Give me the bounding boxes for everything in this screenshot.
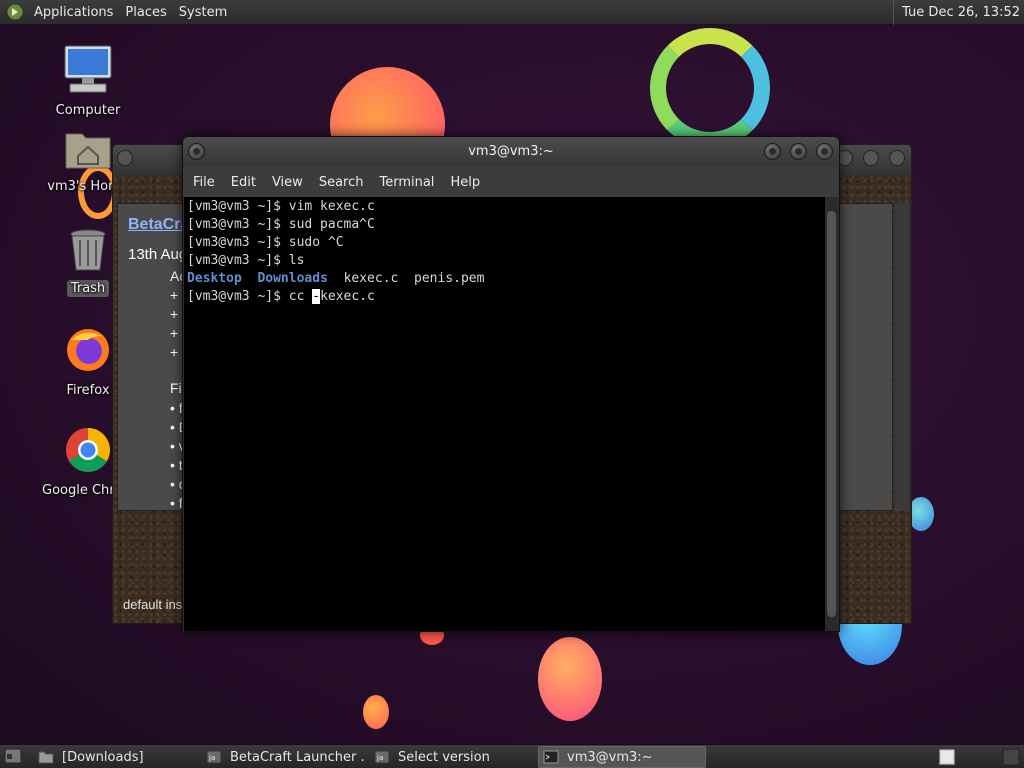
- menu-search[interactable]: Search: [311, 175, 372, 190]
- applications-menu[interactable]: Applications: [28, 0, 119, 25]
- menu-terminal[interactable]: Terminal: [371, 175, 442, 190]
- menu-file[interactable]: File: [185, 175, 223, 190]
- terminal-input-line[interactable]: [vm3@vm3 ~]$ cc -kexec.c: [187, 288, 823, 306]
- desktop-icon-label: Computer: [55, 103, 121, 118]
- terminal-line: [vm3@vm3 ~]$ sud pacma^C: [187, 217, 375, 232]
- taskbar-item-label: Select version: [398, 749, 490, 765]
- window-menu-button[interactable]: [188, 143, 205, 160]
- menu-help[interactable]: Help: [442, 175, 488, 190]
- terminal-line: [vm3@vm3 ~]$ vim kexec.c: [187, 199, 375, 214]
- firefox-icon: [67, 329, 109, 371]
- desktop-icon-label: Trash: [66, 280, 110, 297]
- chrome-icon: [66, 428, 110, 472]
- svg-text:ja: ja: [208, 754, 215, 762]
- home-folder-icon: [65, 133, 111, 169]
- close-button[interactable]: [889, 150, 905, 166]
- desktop-icon-computer[interactable]: Computer: [38, 44, 138, 119]
- minimize-button[interactable]: [764, 143, 781, 160]
- maximize-button[interactable]: [863, 150, 879, 166]
- terminal-screen[interactable]: [vm3@vm3 ~]$ vim kexec.c [vm3@vm3 ~]$ sud…: [184, 197, 826, 631]
- window-menu-button[interactable]: [117, 150, 133, 166]
- trash-icon: [70, 229, 106, 271]
- java-icon: ja: [206, 750, 222, 764]
- computer-icon: [64, 45, 112, 93]
- java-icon: ja: [374, 750, 390, 764]
- show-desktop-icon[interactable]: [4, 748, 22, 764]
- svg-text:ja: ja: [376, 754, 383, 762]
- window-title: vm3@vm3:~: [468, 144, 554, 159]
- ls-output-line: Desktop Downloads kexec.c penis.pem: [187, 270, 823, 288]
- terminal-menubar: File Edit View Search Terminal Help: [183, 167, 839, 197]
- scrollbar-thumb[interactable]: [827, 211, 836, 617]
- terminal-line: [vm3@vm3 ~]$ ls: [187, 253, 305, 268]
- distro-logo-icon[interactable]: [6, 3, 24, 21]
- terminal-icon: [543, 750, 559, 764]
- taskbar-item[interactable]: ja Select version: [370, 746, 534, 768]
- workspace-switcher-icon[interactable]: [938, 748, 956, 766]
- news-date: 13th Aug: [128, 246, 188, 263]
- taskbar-item[interactable]: [Downloads]: [34, 746, 194, 768]
- wallpaper-small-orange: [363, 695, 389, 729]
- taskbar-item-label: vm3@vm3:~: [567, 749, 653, 765]
- window-titlebar[interactable]: vm3@vm3:~: [183, 137, 839, 167]
- news-scrollbar[interactable]: [895, 203, 909, 511]
- ls-file-entry: kexec.c: [343, 271, 399, 286]
- command-text: kexec.c: [320, 289, 375, 304]
- ls-dir-entry: Downloads: [257, 271, 328, 286]
- install-status-text: default ins: [123, 597, 183, 612]
- menu-view[interactable]: View: [264, 175, 311, 190]
- text-cursor: -: [312, 289, 321, 304]
- desktop-icon-label: Firefox: [66, 383, 110, 398]
- terminal-window[interactable]: vm3@vm3:~ File Edit View Search Terminal…: [182, 136, 840, 632]
- terminal-line: [vm3@vm3 ~]$ sudo ^C: [187, 235, 344, 250]
- wallpaper-ring: [650, 28, 770, 148]
- wallpaper-pink-drop: [538, 637, 602, 721]
- maximize-button[interactable]: [790, 143, 807, 160]
- top-panel: Applications Places System Tue Dec 26, 1…: [0, 0, 1024, 25]
- taskbar-item-label: [Downloads]: [62, 749, 144, 765]
- places-menu[interactable]: Places: [119, 0, 172, 25]
- workspace-switcher-icon-2[interactable]: [1002, 748, 1020, 766]
- system-menu[interactable]: System: [173, 0, 233, 25]
- prompt-text: [vm3@vm3 ~]$ cc: [187, 289, 313, 304]
- taskbar-item[interactable]: ja BetaCraft Launcher ...: [202, 746, 366, 768]
- terminal-scrollbar[interactable]: [825, 197, 838, 631]
- bottom-panel: [Downloads] ja BetaCraft Launcher ... ja…: [0, 744, 1024, 768]
- close-button[interactable]: [816, 143, 833, 160]
- ls-dir-entry: Desktop: [187, 271, 242, 286]
- taskbar-item-active[interactable]: vm3@vm3:~: [538, 746, 706, 768]
- clock[interactable]: Tue Dec 26, 13:52: [893, 0, 1024, 25]
- folder-icon: [38, 751, 54, 764]
- ls-file-entry: penis.pem: [414, 271, 485, 286]
- menu-edit[interactable]: Edit: [223, 175, 264, 190]
- taskbar-item-label: BetaCraft Launcher ...: [230, 749, 366, 765]
